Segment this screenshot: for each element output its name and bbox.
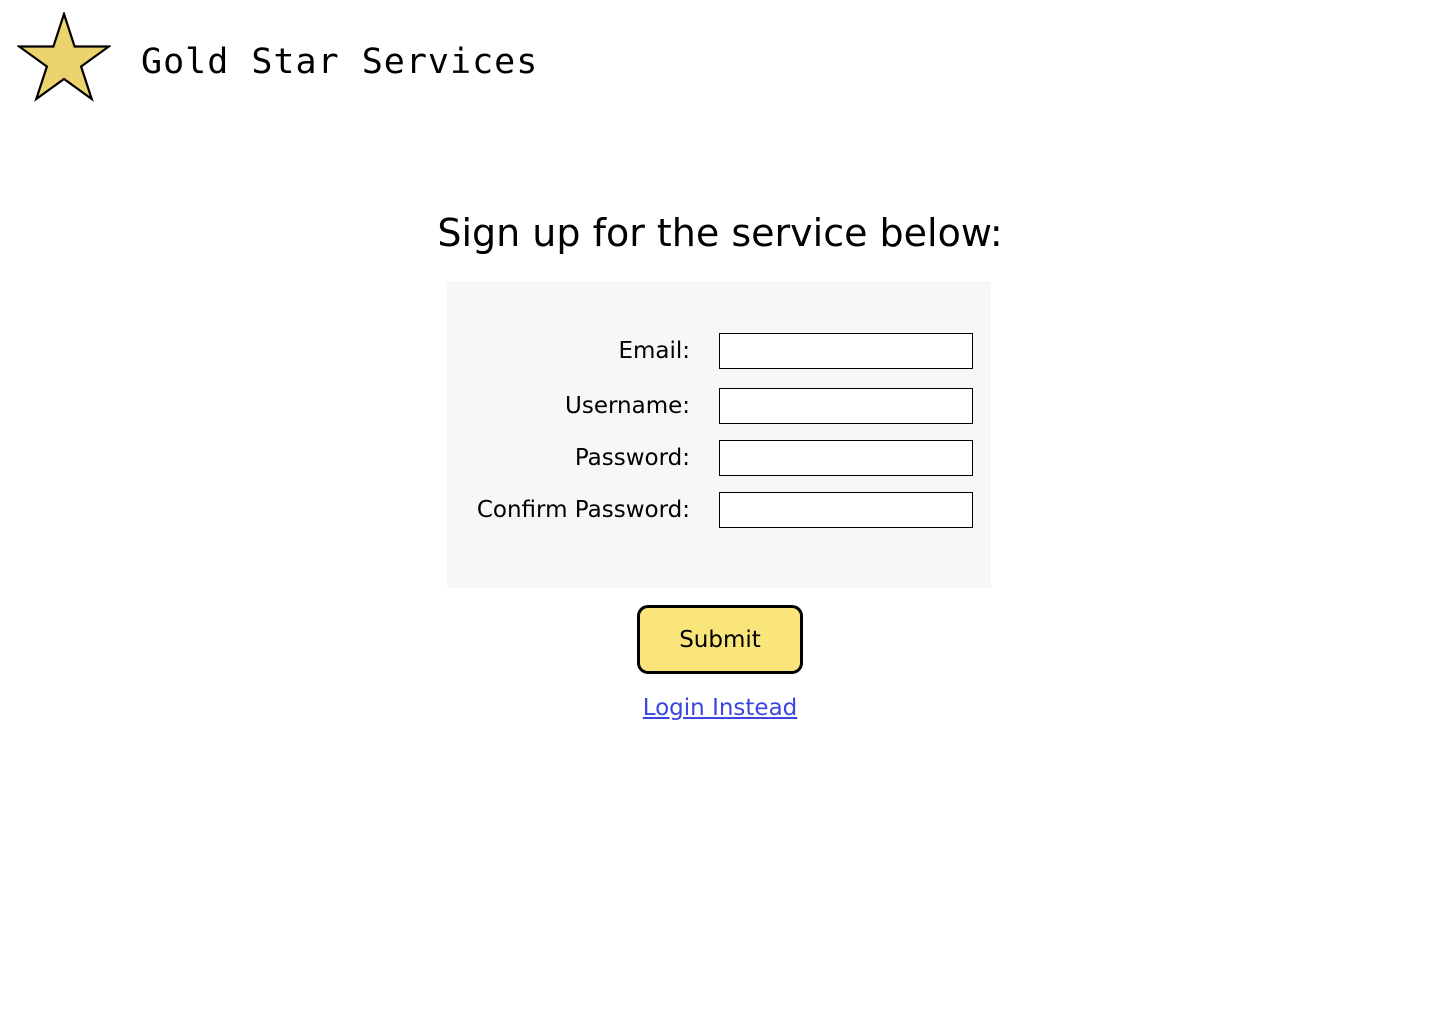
confirm-password-row: Confirm Password: <box>447 492 991 528</box>
username-field[interactable] <box>719 388 973 424</box>
username-label: Username: <box>565 393 690 419</box>
site-header: Gold Star Services <box>0 0 1440 120</box>
password-field[interactable] <box>719 440 973 476</box>
confirm-password-label: Confirm Password: <box>476 497 690 523</box>
page-title: Sign up for the service below: <box>437 211 1003 255</box>
email-row: Email: <box>447 333 991 369</box>
password-row: Password: <box>447 440 991 476</box>
confirm-password-field[interactable] <box>719 492 973 528</box>
star-icon <box>17 12 111 102</box>
submit-button[interactable]: Submit <box>637 605 803 674</box>
username-row: Username: <box>447 388 991 424</box>
email-field[interactable] <box>719 333 973 369</box>
email-label: Email: <box>618 338 690 364</box>
login-link-container: Login Instead <box>0 690 1440 726</box>
brand-name: Gold Star Services <box>141 42 539 82</box>
login-instead-link[interactable]: Login Instead <box>643 695 798 721</box>
password-label: Password: <box>574 445 690 471</box>
signup-form: Email: Username: Password: Confirm Passw… <box>447 281 991 588</box>
